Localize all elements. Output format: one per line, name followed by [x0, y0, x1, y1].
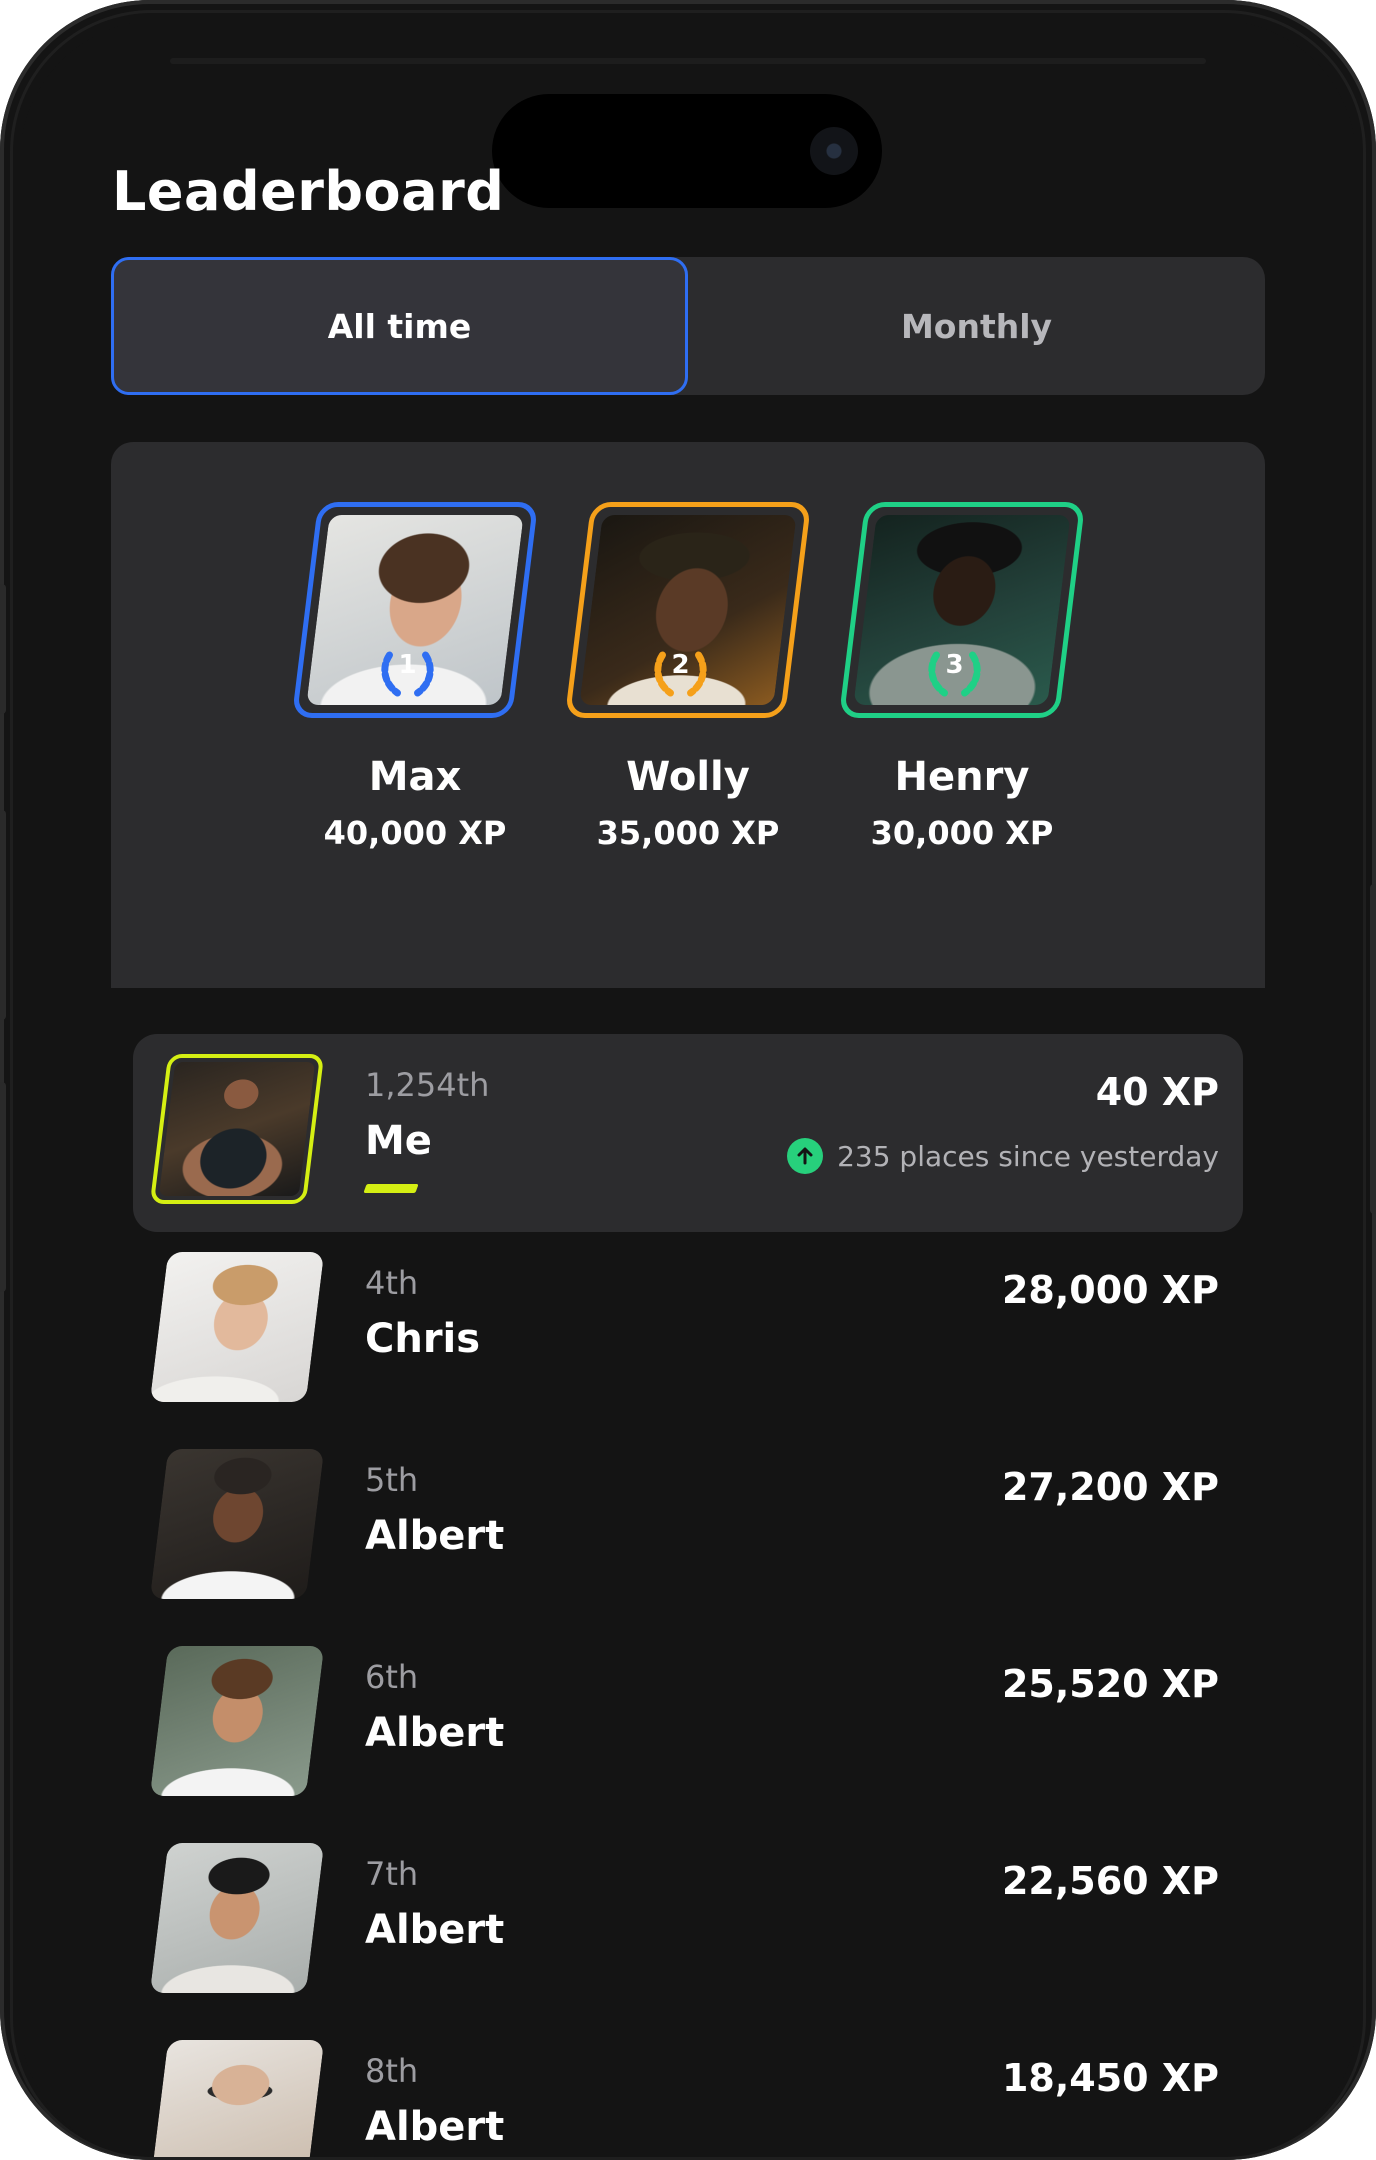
top-three-podium: 1 Max 40,000 XP 2 Wolly 35,000 XP 3 Henr…: [111, 442, 1265, 988]
volume-down-button: [0, 1082, 6, 1292]
podium-second[interactable]: 2 Wolly 35,000 XP: [564, 502, 812, 852]
list-item[interactable]: 4th Chris 28,000 XP: [133, 1232, 1243, 1430]
camera-icon: [810, 127, 858, 175]
player-xp: 18,450 XP: [1001, 2056, 1219, 2100]
rank-label: 8th: [365, 2052, 419, 2090]
winner-name: Max: [368, 754, 462, 800]
winner-xp: 35,000 XP: [596, 814, 780, 852]
player-name: Albert: [365, 1710, 505, 1756]
ranking-list: 1,254th Me 40 XP 235 places since yester…: [20, 988, 1356, 2160]
avatar: [149, 1646, 325, 1796]
place-number: 1: [398, 650, 417, 680]
winner-name: Wolly: [626, 754, 750, 800]
avatar: [149, 2040, 325, 2160]
power-button: [1370, 884, 1376, 1214]
winner-avatar-frame: 2: [564, 502, 812, 718]
arrow-up-icon: [787, 1138, 824, 1174]
action-button: [0, 584, 6, 714]
rank-label: 7th: [365, 1855, 419, 1893]
rank-label: 5th: [365, 1461, 419, 1499]
winner-xp: 40,000 XP: [323, 814, 507, 852]
list-item[interactable]: 8th Albert 18,450 XP: [133, 2020, 1243, 2160]
player-name: Albert: [365, 1907, 505, 1953]
tab-monthly[interactable]: Monthly: [688, 257, 1265, 395]
player-name: Albert: [365, 2104, 505, 2150]
list-item[interactable]: 7th Albert 22,560 XP: [133, 1823, 1243, 2021]
podium-third[interactable]: 3 Henry 30,000 XP: [838, 502, 1086, 852]
player-xp: 25,520 XP: [1001, 1662, 1219, 1706]
winner-avatar-frame: 1: [291, 502, 539, 718]
rank-label: 1,254th: [365, 1066, 490, 1104]
avatar: [149, 1843, 325, 1993]
dynamic-island: [492, 94, 882, 208]
list-item-me[interactable]: 1,254th Me 40 XP 235 places since yester…: [133, 1034, 1243, 1232]
page-title: Leaderboard: [112, 160, 505, 223]
progress-accent: [363, 1184, 419, 1193]
player-xp: 40 XP: [1095, 1070, 1219, 1114]
laurel-medal-icon: 2: [649, 639, 713, 703]
avatar: [149, 1252, 325, 1402]
list-item[interactable]: 5th Albert 27,200 XP: [133, 1429, 1243, 1627]
podium-first[interactable]: 1 Max 40,000 XP: [291, 502, 539, 852]
rank-trend: 235 places since yesterday: [787, 1138, 1219, 1174]
player-name: Chris: [365, 1316, 481, 1362]
rank-label: 4th: [365, 1264, 419, 1302]
avatar: [149, 1449, 325, 1599]
player-xp: 28,000 XP: [1001, 1268, 1219, 1312]
trend-text: 235 places since yesterday: [837, 1139, 1219, 1173]
laurel-medal-icon: 3: [923, 639, 987, 703]
place-number: 2: [671, 650, 690, 680]
winner-name: Henry: [894, 754, 1030, 800]
player-xp: 22,560 XP: [1001, 1859, 1219, 1903]
laurel-medal-icon: 1: [376, 639, 440, 703]
phone-frame: Leaderboard All time Monthly 1 Max 40,00…: [0, 0, 1376, 2160]
period-tabs: All time Monthly: [111, 257, 1265, 395]
winner-avatar-frame: 3: [838, 502, 1086, 718]
player-name: Me: [365, 1118, 432, 1164]
player-xp: 27,200 XP: [1001, 1465, 1219, 1509]
list-item[interactable]: 6th Albert 25,520 XP: [133, 1626, 1243, 1824]
place-number: 3: [945, 650, 964, 680]
avatar: [149, 1054, 325, 1204]
screen: Leaderboard All time Monthly 1 Max 40,00…: [20, 20, 1356, 2160]
player-name: Albert: [365, 1513, 505, 1559]
speaker-grille: [170, 58, 1206, 64]
rank-label: 6th: [365, 1658, 419, 1696]
winner-xp: 30,000 XP: [870, 814, 1054, 852]
volume-up-button: [0, 810, 6, 1020]
tab-all-time[interactable]: All time: [111, 257, 688, 395]
